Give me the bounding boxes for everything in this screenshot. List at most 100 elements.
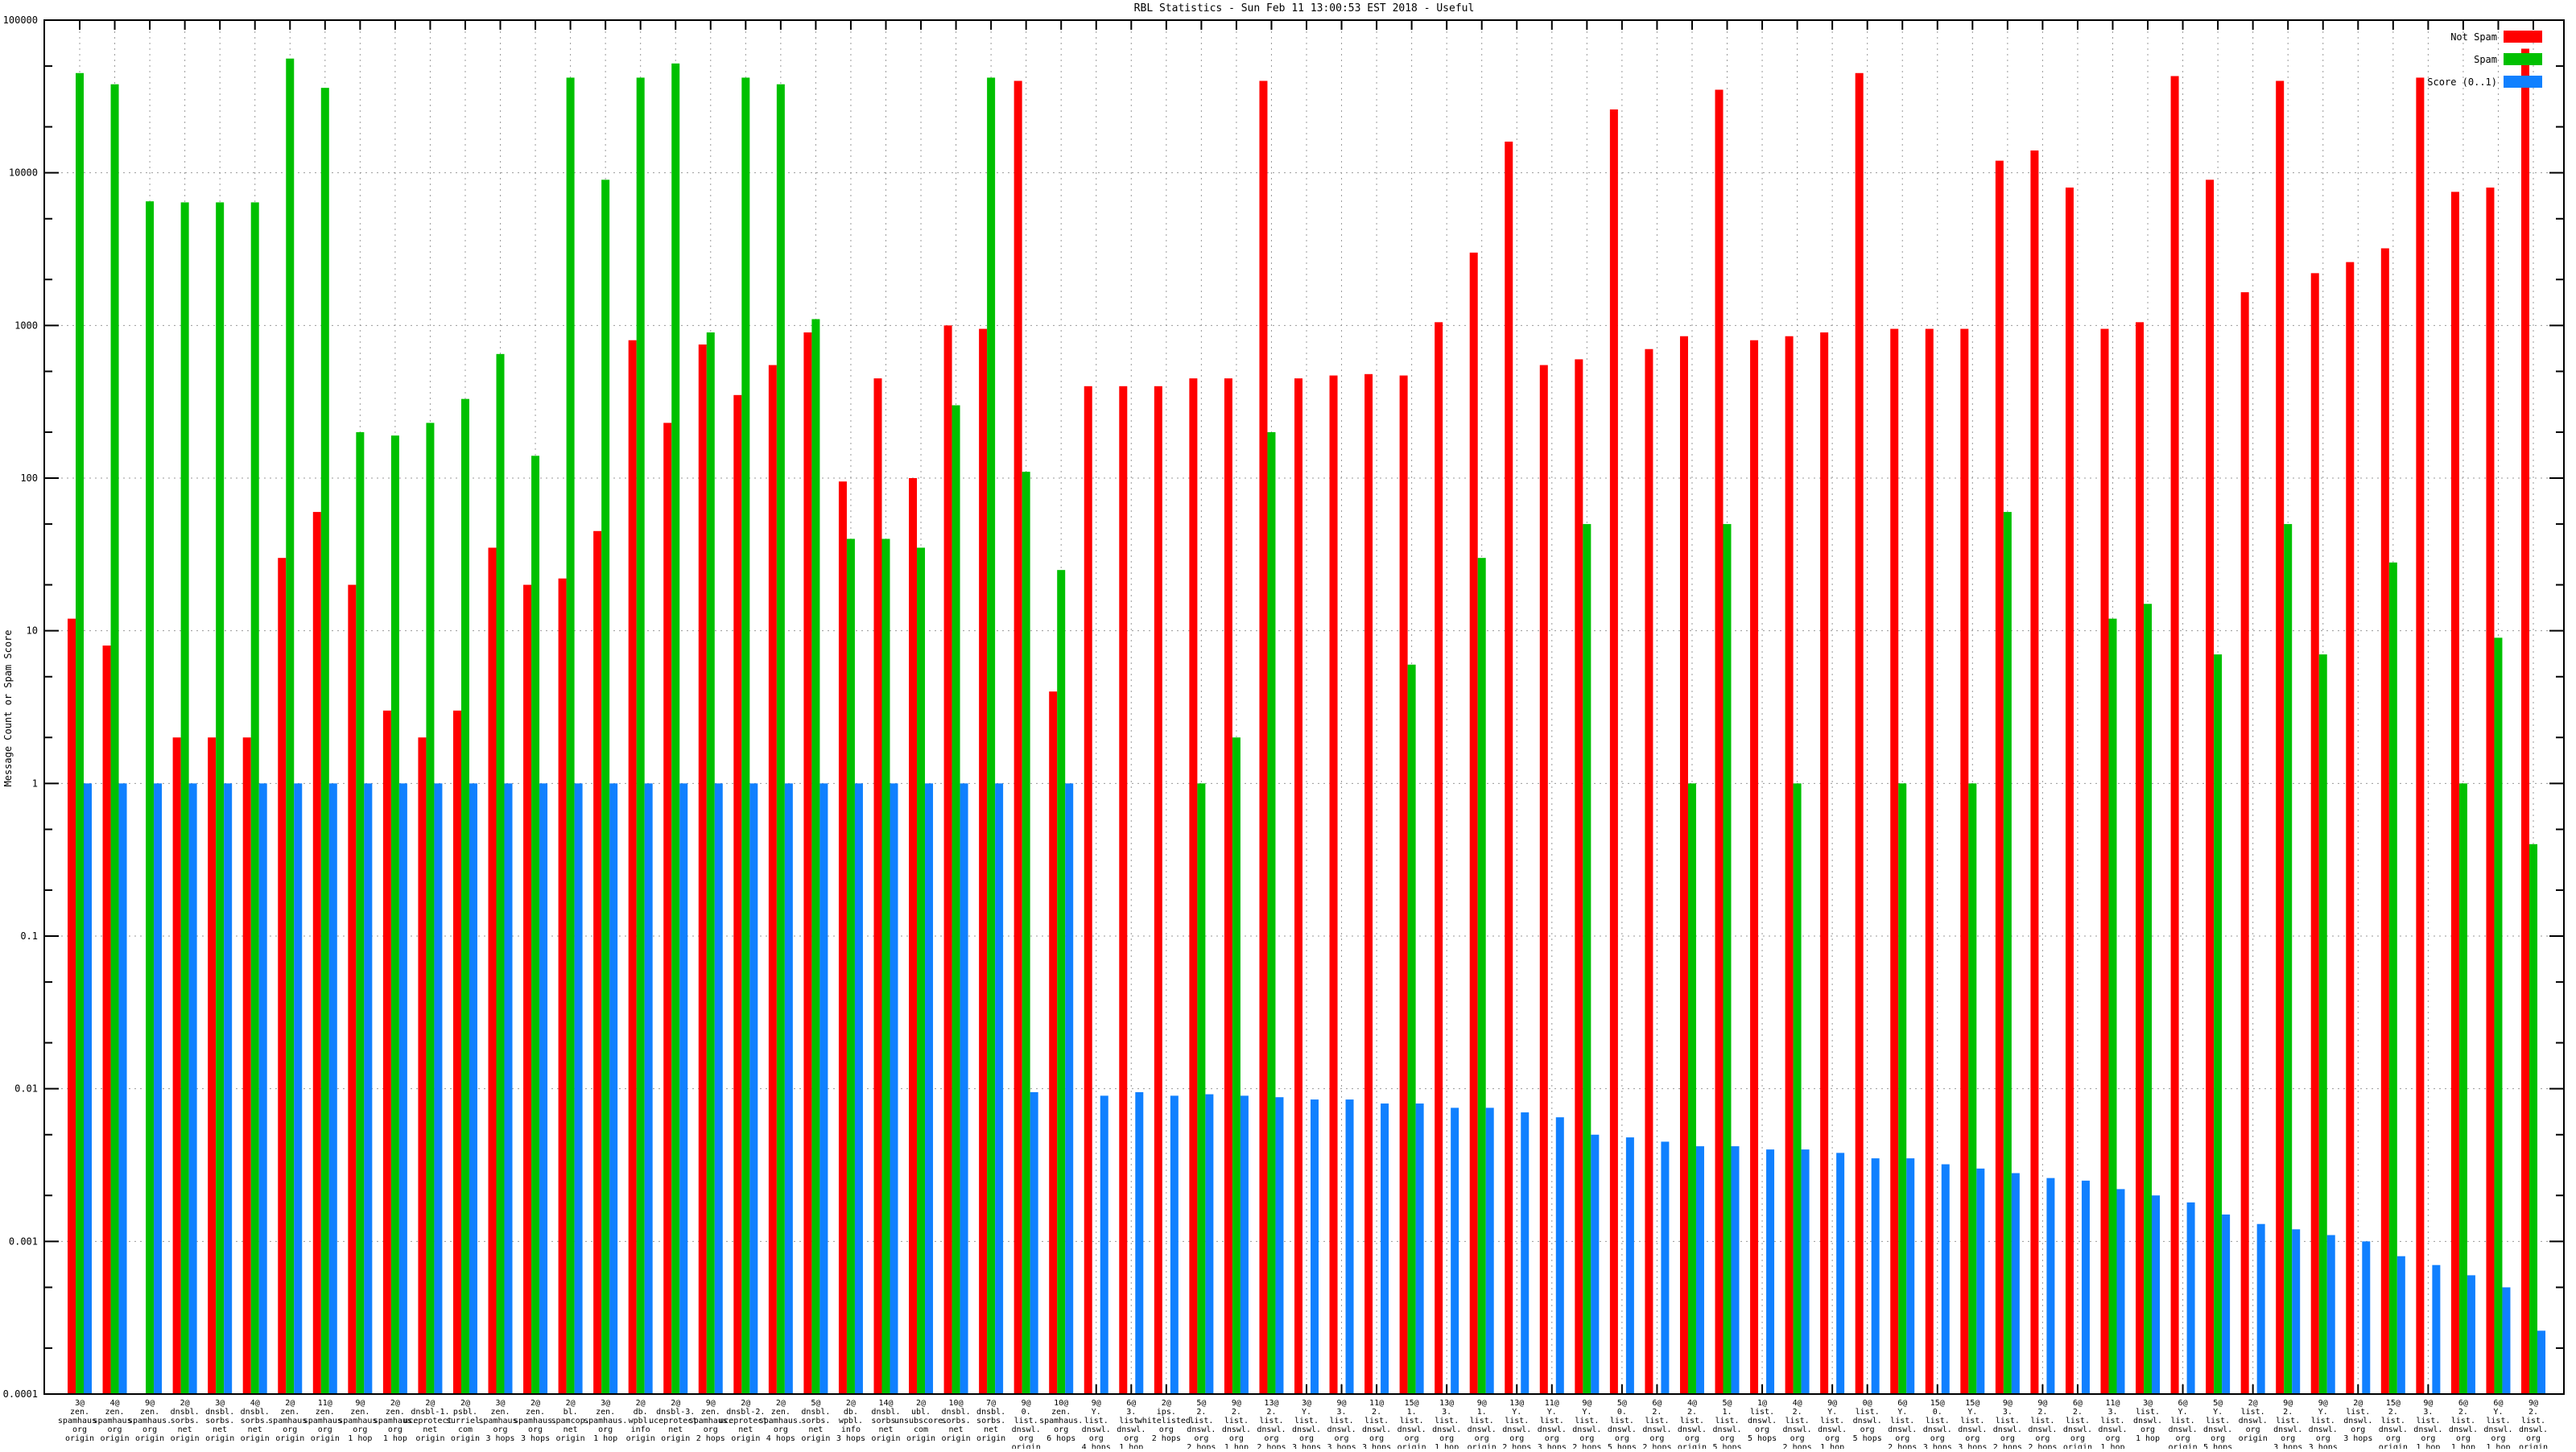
x-tick-label: dnswl. [2273,1425,2302,1434]
x-tick-label: net [949,1425,964,1434]
x-tick-label: origin [1012,1443,1041,1449]
bar-not-spam [1575,359,1583,1394]
x-tick-label: dnsbl-3. [656,1408,695,1417]
x-tick-label: zen. [596,1408,615,1417]
x-tick-label: origin [451,1434,480,1443]
x-tick-label: list. [2206,1417,2230,1425]
x-tick-label: 9@ [2423,1399,2433,1408]
x-tick-label: 14@ [878,1399,893,1408]
x-tick-label: org [2281,1434,2295,1443]
bar-score [118,783,127,1394]
x-tick-label: Y. [1302,1408,1311,1417]
x-tick-label: zen. [105,1408,124,1417]
x-tick-label: 2@ [530,1399,540,1408]
x-tick-label: origin [65,1434,94,1443]
bar-spam [987,77,996,1395]
x-tick-label: dnsbl. [871,1408,900,1417]
bar-spam [636,77,645,1395]
bar-score [854,783,863,1394]
x-tick-label: 2. [2037,1408,2047,1417]
x-tick-label: Y. [1092,1408,1101,1417]
bar-score [1485,1108,1494,1394]
x-tick-label: dnswl. [1502,1425,1531,1434]
bar-score [609,783,618,1394]
x-tick-label: com [458,1425,473,1434]
x-tick-label: origin [801,1434,830,1443]
x-tick-label: 2@ [636,1399,646,1408]
bar-not-spam [593,530,602,1394]
x-tick-label: 2. [1652,1408,1662,1417]
x-tick-label: dnswl. [2413,1425,2442,1434]
bar-score [960,783,968,1394]
x-tick-label: 6@ [1897,1399,1907,1408]
bar-score [2326,1235,2335,1394]
bar-not-spam [1013,80,1022,1394]
x-tick-label: list. [1224,1417,1249,1425]
bar-spam [881,538,890,1394]
bar-score [995,783,1004,1394]
x-tick-label: 2@ [671,1399,680,1408]
bar-not-spam [2380,248,2389,1395]
x-tick-label: bl. [564,1408,578,1417]
x-tick-label: org [2211,1434,2225,1443]
x-tick-label: dnswl. [1117,1425,1146,1434]
bar-score [749,783,758,1394]
bar-not-spam [2346,262,2355,1394]
bar-score [574,783,583,1394]
bar-spam [2388,562,2397,1394]
x-tick-label: org [1369,1434,1384,1443]
bar-not-spam [1679,336,1688,1394]
x-tick-label: list. [2030,1417,2054,1425]
x-tick-label: zen. [526,1408,545,1417]
bar-spam [180,202,189,1395]
x-tick-label: dnswl. [1538,1425,1567,1434]
x-tick-label: dnswl. [1292,1425,1321,1434]
x-tick-label: 4 hops [766,1434,795,1443]
bar-not-spam [1259,80,1268,1394]
x-tick-label: origin [1397,1443,1426,1449]
x-tick-label: 3 hops [1362,1443,1391,1449]
bar-score [1345,1099,1354,1394]
x-tick-label: 2 hops [1888,1443,1917,1449]
bar-not-spam [312,512,321,1394]
bar-score [925,783,934,1394]
x-tick-label: org [1124,1434,1138,1443]
bar-spam [952,405,960,1395]
bar-spam [671,63,680,1394]
x-tick-label: net [808,1425,823,1434]
x-tick-label: 2@ [2353,1399,2363,1408]
x-tick-label: 6@ [1126,1399,1136,1408]
x-tick-label: dnsbl. [241,1408,270,1417]
bar-not-spam [242,737,251,1394]
x-tick-label: org [1299,1434,1314,1443]
bar-score [784,783,793,1394]
bar-spam [846,538,855,1394]
x-tick-label: 2@ [916,1399,926,1408]
y-tick-label: 0.001 [9,1235,38,1247]
y-tick-label: 1 [32,778,38,789]
x-tick-label: 2@ [390,1399,400,1408]
x-tick-label: org [1264,1434,1278,1443]
x-tick-label: org [2456,1434,2471,1443]
bar-score [2467,1275,2475,1394]
x-tick-label: 2. [1196,1408,1206,1417]
x-tick-label: list. [2521,1417,2545,1425]
bar-not-spam [1890,328,1899,1395]
bar-not-spam [558,578,567,1394]
x-tick-label: 9@ [706,1399,716,1408]
x-tick-label: 4@ [110,1399,120,1408]
x-tick-label: list. [2136,1408,2160,1417]
x-tick-label: org [1089,1434,1104,1443]
x-tick-label: 3 hops [1538,1443,1567,1449]
x-tick-label: net [248,1425,262,1434]
bar-score [294,783,303,1394]
bar-not-spam [1505,141,1513,1394]
x-tick-label: origin [205,1434,234,1443]
bar-score [364,783,373,1394]
x-tick-label: dnswl. [2063,1425,2092,1434]
x-tick-label: org [1159,1425,1174,1434]
x-tick-label: dnswl. [2343,1417,2372,1425]
x-tick-label: 11@ [318,1399,332,1408]
x-tick-label: com [914,1425,928,1434]
x-tick-label: dnswl. [2028,1425,2057,1434]
